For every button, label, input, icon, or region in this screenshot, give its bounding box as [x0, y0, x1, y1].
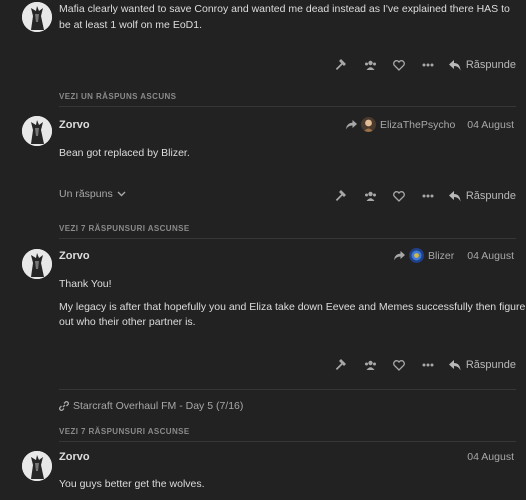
show-hidden-replies[interactable]: VEZI 7 RĂSPUNSURI ASCUNSE	[59, 427, 190, 436]
heart-icon[interactable]	[385, 56, 414, 74]
post-actions: Răspunde	[327, 56, 516, 74]
reply-icon	[448, 190, 461, 201]
divider	[59, 389, 516, 390]
avatar[interactable]	[22, 116, 52, 146]
post-date[interactable]: 04 August	[467, 451, 514, 463]
users-icon[interactable]	[356, 187, 385, 205]
reply-to[interactable]: Blizer	[394, 248, 454, 263]
link-icon	[59, 401, 69, 411]
reply-label: Răspunde	[465, 190, 516, 202]
reply-button[interactable]: Răspunde	[448, 359, 516, 371]
reply-button[interactable]: Răspunde	[448, 190, 516, 202]
divider	[59, 441, 516, 442]
users-icon[interactable]	[356, 56, 385, 74]
reply-label: Răspunde	[465, 359, 516, 371]
topic-link[interactable]: Starcraft Overhaul FM - Day 5 (7/16)	[59, 400, 243, 412]
hammer-icon[interactable]	[327, 356, 356, 374]
reply-to[interactable]: ElizaThePsycho	[346, 117, 455, 132]
avatar[interactable]	[22, 451, 52, 481]
avatar[interactable]	[22, 2, 52, 32]
username[interactable]: Zorvo	[59, 119, 90, 131]
reply-label: Răspunde	[465, 59, 516, 71]
divider	[59, 238, 516, 239]
show-hidden-replies[interactable]: VEZI 7 RĂSPUNSURI ASCUNSE	[59, 224, 190, 233]
more-icon[interactable]	[414, 356, 443, 374]
post-body: Bean got replaced by Blizer.	[59, 147, 190, 159]
more-icon[interactable]	[414, 187, 443, 205]
post-paragraph: My legacy is after that hopefully you an…	[59, 301, 526, 313]
hammer-icon[interactable]	[327, 187, 356, 205]
avatar[interactable]	[22, 249, 52, 279]
reply-to-avatar	[361, 117, 376, 132]
post-paragraph: Thank You!	[59, 278, 112, 290]
users-icon[interactable]	[356, 356, 385, 374]
share-arrow-icon	[346, 119, 357, 129]
heart-icon[interactable]	[385, 356, 414, 374]
reply-to-avatar	[409, 248, 424, 263]
post-paragraph: out who their other partner is.	[59, 316, 196, 328]
more-icon[interactable]	[414, 56, 443, 74]
post-actions: Răspunde	[327, 187, 516, 205]
reply-to-username: Blizer	[428, 249, 455, 262]
reply-button[interactable]: Răspunde	[448, 59, 516, 71]
post-body: You guys better get the wolves.	[59, 478, 205, 490]
divider	[59, 106, 516, 107]
username[interactable]: Zorvo	[59, 250, 90, 262]
post-body: Mafia clearly wanted to save Conroy and …	[59, 3, 510, 31]
post-actions: Răspunde	[327, 356, 516, 374]
reply-icon	[448, 59, 461, 70]
post-date[interactable]: 04 August	[467, 119, 514, 131]
reply-to-username: ElizaThePsycho	[380, 118, 456, 131]
chevron-down-icon	[117, 191, 126, 197]
replies-toggle[interactable]: Un răspuns	[59, 188, 126, 200]
share-arrow-icon	[394, 250, 405, 260]
reply-icon	[448, 359, 461, 370]
heart-icon[interactable]	[385, 187, 414, 205]
show-hidden-replies[interactable]: VEZI UN RĂSPUNS ASCUNS	[59, 92, 176, 101]
post-date[interactable]: 04 August	[467, 250, 514, 262]
hammer-icon[interactable]	[327, 56, 356, 74]
username[interactable]: Zorvo	[59, 451, 90, 463]
topic-link-label: Starcraft Overhaul FM - Day 5 (7/16)	[73, 400, 244, 412]
replies-count: Un răspuns	[59, 188, 113, 200]
